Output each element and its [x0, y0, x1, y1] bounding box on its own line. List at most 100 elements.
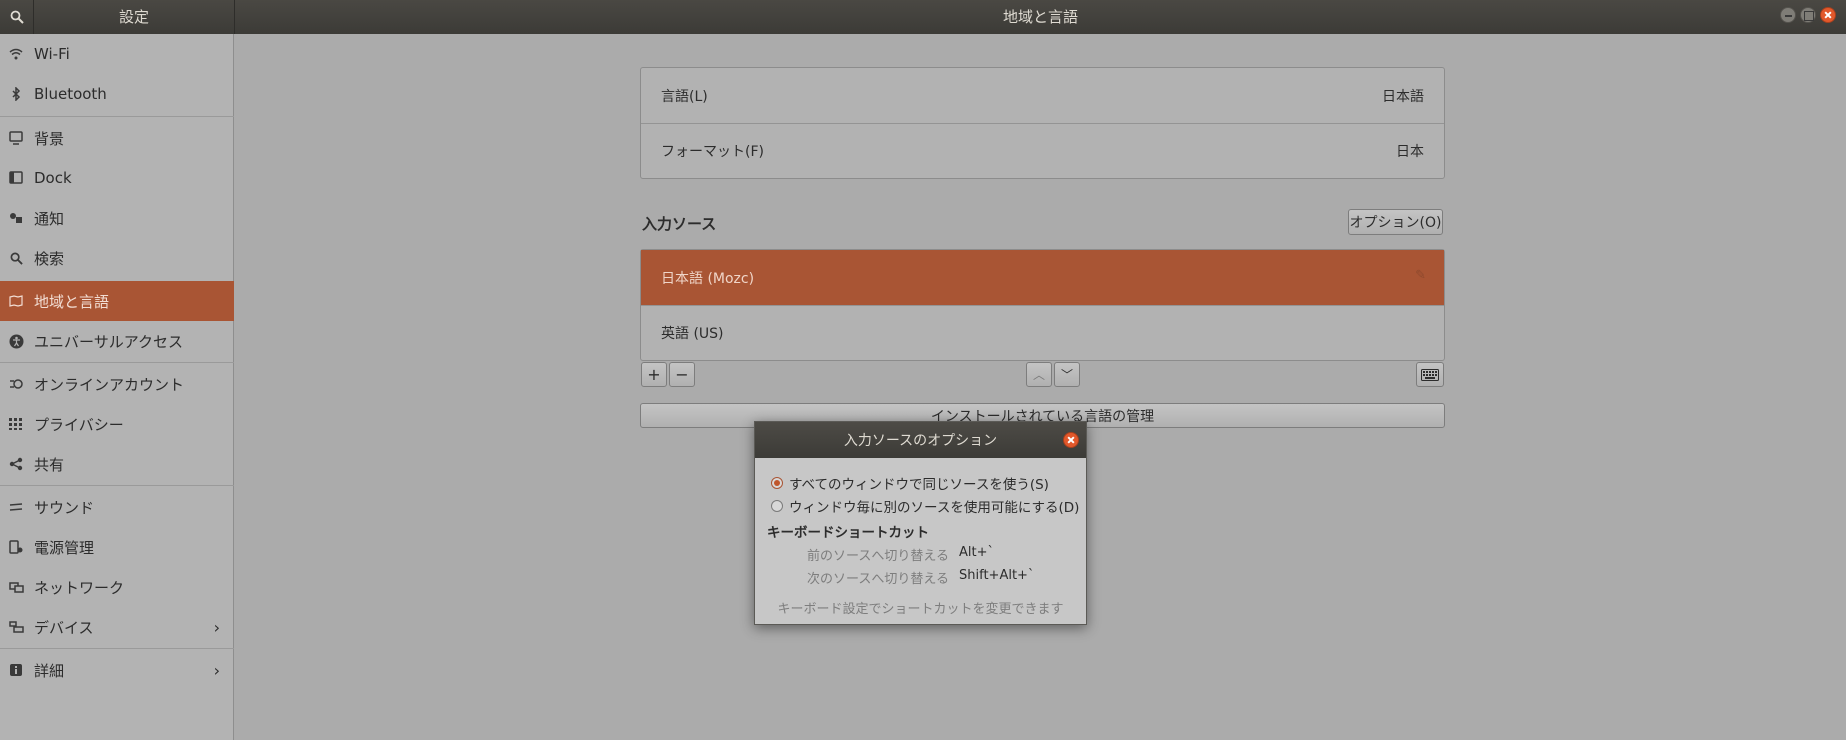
background-icon — [8, 130, 24, 146]
sidebar-item-privacy[interactable]: プライバシー — [0, 404, 234, 444]
sidebar-item-label: 背景 — [34, 129, 65, 148]
sidebar-item-power[interactable]: 電源管理 — [0, 527, 234, 567]
sidebar-item-label: 検索 — [34, 249, 65, 268]
privacy-icon — [8, 416, 24, 432]
format-row[interactable]: フォーマット(F) 日本 — [641, 123, 1444, 178]
chevron-right-icon: › — [213, 617, 220, 637]
minimize-button[interactable] — [1780, 7, 1796, 23]
sound-icon — [8, 499, 24, 515]
language-format-box: 言語(L) 日本語 フォーマット(F) 日本 — [640, 67, 1445, 179]
header-bar: 設定 地域と言語 — [0, 0, 1846, 34]
format-value: 日本 — [1396, 144, 1424, 160]
sidebar-item-bluetooth[interactable]: Bluetooth — [0, 74, 234, 114]
keyboard-icon — [1421, 368, 1439, 381]
sidebar-separator — [0, 648, 234, 649]
add-source-button[interactable]: + — [641, 362, 667, 387]
sidebar-item-notification[interactable]: 通知 — [0, 198, 234, 238]
power-icon — [8, 539, 24, 555]
format-label: フォーマット(F) — [661, 144, 764, 160]
settings-icon[interactable]: ✎ — [1415, 268, 1426, 283]
radio-button-checked[interactable] — [771, 477, 783, 489]
input-source-row[interactable]: 英語 (US) — [641, 305, 1444, 360]
sidebar-item-label: ネットワーク — [34, 578, 125, 597]
language-value: 日本語 — [1382, 88, 1424, 105]
sidebar-item-label: 電源管理 — [34, 538, 95, 557]
sidebar-item-label: ユニバーサルアクセス — [34, 332, 183, 351]
sidebar-item-region[interactable]: 地域と言語 — [0, 281, 234, 321]
prev-source-shortcut: 前のソースへ切り替える Alt+` — [807, 545, 994, 564]
sidebar-item-label: 詳細 — [34, 661, 65, 680]
online-accounts-icon — [8, 376, 24, 392]
region-icon — [8, 293, 24, 309]
dock-icon — [8, 170, 24, 186]
radio-same-label: すべてのウィンドウで同じソースを使う(S) — [789, 477, 1049, 493]
shortcut-heading: キーボードショートカット — [767, 525, 929, 541]
move-up-button[interactable]: ︿ — [1026, 362, 1052, 387]
radio-button[interactable] — [771, 500, 783, 512]
remove-source-button[interactable]: − — [669, 362, 695, 387]
sidebar-item-label: Dock — [34, 169, 72, 187]
main-panel: 言語(L) 日本語 フォーマット(F) 日本 入力ソース オプション(O) 日本… — [235, 34, 1846, 740]
sidebar-separator — [0, 116, 234, 117]
sidebar-item-dock[interactable]: Dock — [0, 158, 234, 198]
dialog-close-button[interactable] — [1063, 432, 1079, 448]
accessibility-icon — [8, 333, 24, 349]
dialog-titlebar: 入力ソースのオプション — [755, 422, 1086, 458]
wifi-icon — [8, 46, 24, 62]
sidebar-item-label: Wi-Fi — [34, 45, 70, 63]
sidebar-item-network[interactable]: ネットワーク — [0, 567, 234, 607]
window-controls — [1780, 7, 1836, 23]
sidebar: Wi-Fi Bluetooth 背景 Dock 通知 検索 地域と言語 ユニバー… — [0, 34, 234, 740]
close-button[interactable] — [1820, 7, 1836, 23]
sidebar-item-devices[interactable]: デバイス › — [0, 607, 234, 647]
input-source-label: 英語 (US) — [661, 326, 724, 342]
sidebar-item-label: オンラインアカウント — [34, 375, 185, 394]
radio-per-window-source[interactable]: ウィンドウ毎に別のソースを使用可能にする(D) — [771, 496, 1079, 516]
sidebar-item-background[interactable]: 背景 — [0, 118, 234, 158]
details-icon — [8, 662, 24, 678]
sidebar-item-accessibility[interactable]: ユニバーサルアクセス — [0, 321, 234, 361]
dialog-title: 入力ソースのオプション — [843, 433, 998, 449]
sidebar-separator — [0, 485, 234, 486]
next-source-key: Shift+Alt+` — [959, 568, 1035, 583]
chevron-right-icon: › — [213, 660, 220, 680]
prev-source-label: 前のソースへ切り替える — [807, 549, 949, 564]
radio-same-source[interactable]: すべてのウィンドウで同じソースを使う(S) — [771, 473, 1049, 493]
sidebar-item-wifi[interactable]: Wi-Fi — [0, 34, 234, 74]
sidebar-separator — [0, 362, 234, 363]
sidebar-item-label: 地域と言語 — [34, 292, 110, 311]
options-button[interactable]: オプション(O) — [1348, 209, 1443, 235]
input-sources-heading: 入力ソース — [642, 215, 717, 233]
sidebar-item-sound[interactable]: サウンド — [0, 487, 234, 527]
next-source-label: 次のソースへ切り替える — [807, 572, 949, 587]
devices-icon — [8, 619, 24, 635]
sidebar-item-label: プライバシー — [34, 415, 124, 434]
keyboard-layout-button[interactable] — [1416, 362, 1444, 387]
search-icon — [10, 10, 24, 24]
search-icon — [8, 250, 24, 266]
radio-per-window-label: ウィンドウ毎に別のソースを使用可能にする(D) — [789, 500, 1080, 516]
prev-source-key: Alt+` — [959, 545, 994, 560]
sidebar-item-label: 通知 — [34, 209, 65, 228]
sidebar-item-online-accounts[interactable]: オンラインアカウント — [0, 364, 234, 404]
sidebar-item-share[interactable]: 共有 — [0, 444, 234, 484]
sidebar-item-label: デバイス — [34, 618, 94, 637]
maximize-button[interactable] — [1800, 7, 1816, 23]
network-icon — [8, 579, 24, 595]
search-button[interactable] — [0, 0, 34, 34]
input-sources-list: 日本語 (Mozc) ✎ 英語 (US) — [640, 249, 1445, 361]
next-source-shortcut: 次のソースへ切り替える Shift+Alt+` — [807, 568, 1034, 587]
notification-icon — [8, 210, 24, 226]
input-source-options-dialog: 入力ソースのオプション すべてのウィンドウで同じソースを使う(S) ウィンドウ毎… — [754, 421, 1087, 625]
shortcut-note: キーボード設定でショートカットを変更できます — [777, 602, 1064, 617]
sidebar-item-search[interactable]: 検索 — [0, 238, 234, 278]
sidebar-item-details[interactable]: 詳細 › — [0, 650, 234, 690]
input-source-label: 日本語 (Mozc) — [661, 270, 755, 287]
input-source-row[interactable]: 日本語 (Mozc) ✎ — [641, 250, 1444, 305]
share-icon — [8, 456, 24, 472]
page-title: 地域と言語 — [1002, 8, 1078, 26]
sidebar-item-label: Bluetooth — [34, 85, 107, 103]
move-down-button[interactable]: ﹀ — [1054, 362, 1080, 387]
language-row[interactable]: 言語(L) 日本語 — [641, 68, 1444, 123]
bluetooth-icon — [8, 86, 24, 102]
